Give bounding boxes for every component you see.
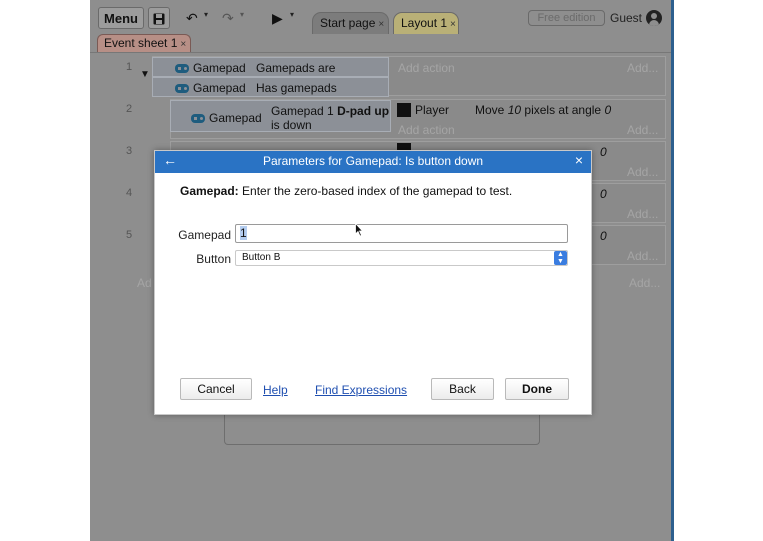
button-dropdown-value: Button B bbox=[242, 252, 281, 263]
condition-cell[interactable]: Gamepad Has gamepads bbox=[152, 77, 389, 97]
add-more-link[interactable]: Add... bbox=[627, 249, 658, 263]
add-more-link[interactable]: Add... bbox=[627, 123, 658, 137]
angle-value: 0 bbox=[600, 187, 607, 201]
collapse-toggle-icon[interactable]: ▼ bbox=[140, 69, 150, 80]
add-more-link[interactable]: Add... bbox=[627, 207, 658, 221]
close-icon[interactable]: × bbox=[378, 19, 384, 30]
event-number: 5 bbox=[125, 229, 133, 241]
add-more-link[interactable]: Add... bbox=[629, 276, 660, 290]
angle-value: 0 bbox=[600, 145, 607, 159]
tab-start-page[interactable]: Start page × bbox=[312, 12, 389, 34]
button-dropdown[interactable]: Button B ▲ ▼ bbox=[235, 250, 568, 266]
close-icon[interactable]: × bbox=[180, 39, 186, 50]
event-number: 2 bbox=[125, 103, 133, 115]
condition-cell[interactable]: Gamepad Gamepads are supported bbox=[152, 57, 389, 89]
action-text[interactable]: Move 10 pixels at angle 0 bbox=[475, 103, 611, 117]
condition-cell[interactable]: Gamepad Gamepad 1 D-pad up is down bbox=[170, 100, 391, 132]
floppy-disk-icon bbox=[153, 13, 165, 25]
done-button[interactable]: Done bbox=[505, 378, 569, 400]
condition-text: Has gamepads bbox=[256, 81, 337, 95]
mouse-cursor-icon bbox=[355, 223, 363, 237]
dialog-title: Parameters for Gamepad: Is button down bbox=[262, 154, 484, 168]
gamepad-icon bbox=[191, 114, 205, 124]
tab-label: Start page bbox=[320, 16, 376, 30]
redo-icon[interactable]: ↷ bbox=[222, 9, 234, 27]
tab-layout-1[interactable]: Layout 1 × bbox=[393, 12, 459, 34]
parameters-dialog: ← Parameters for Gamepad: Is button down… bbox=[154, 150, 592, 415]
play-icon[interactable]: ▶ bbox=[272, 9, 283, 27]
condition-object: Gamepad bbox=[175, 81, 246, 95]
selected-text: 1 bbox=[240, 226, 247, 240]
gamepad-icon bbox=[175, 84, 189, 94]
condition-object: Gamepad bbox=[175, 61, 246, 75]
undo-dropdown-icon[interactable]: ▾ bbox=[204, 10, 208, 19]
gamepad-label: Gamepad bbox=[178, 228, 231, 242]
window-edge-right bbox=[671, 0, 674, 541]
cancel-button[interactable]: Cancel bbox=[180, 378, 252, 400]
add-action-link[interactable]: Add action bbox=[398, 61, 455, 75]
condition-text: Gamepad 1 D-pad up is down bbox=[271, 104, 390, 132]
find-expressions-link[interactable]: Find Expressions bbox=[315, 383, 407, 397]
parameter-description: Gamepad: Enter the zero-based index of t… bbox=[180, 184, 513, 198]
tab-label: Event sheet 1 bbox=[104, 36, 178, 50]
add-action-link[interactable]: Add action bbox=[398, 123, 455, 137]
redo-dropdown-icon[interactable]: ▾ bbox=[240, 10, 244, 19]
button-label: Button bbox=[196, 252, 231, 266]
close-icon[interactable]: × bbox=[575, 152, 583, 168]
event-number: 1 bbox=[125, 61, 133, 73]
toolbar: Menu ↶ ▾ ↷ ▾ ▶ ▾ Start page × Layout 1 × F… bbox=[90, 0, 674, 34]
event-number: 3 bbox=[125, 145, 133, 157]
condition-object: Gamepad bbox=[191, 111, 262, 125]
free-edition-badge[interactable]: Free edition bbox=[528, 10, 605, 26]
sheet-tab-bar: Event sheet 1 × bbox=[90, 34, 674, 53]
tab-event-sheet-1[interactable]: Event sheet 1 × bbox=[97, 34, 191, 52]
gamepad-index-input[interactable]: 1 bbox=[235, 224, 568, 243]
more-events-box[interactable] bbox=[224, 411, 540, 445]
tab-label: Layout 1 bbox=[401, 16, 448, 30]
event-number: 4 bbox=[125, 187, 133, 199]
help-link[interactable]: Help bbox=[263, 383, 288, 397]
add-event-link[interactable]: Ad bbox=[137, 276, 152, 290]
angle-value: 0 bbox=[600, 229, 607, 243]
dialog-header: ← Parameters for Gamepad: Is button down… bbox=[155, 151, 591, 173]
add-more-link[interactable]: Add... bbox=[627, 61, 658, 75]
close-icon[interactable]: × bbox=[450, 19, 456, 30]
menu-button[interactable]: Menu bbox=[98, 7, 144, 29]
undo-icon[interactable]: ↶ bbox=[186, 9, 198, 27]
player-sprite-icon bbox=[397, 103, 411, 117]
gamepad-icon bbox=[175, 64, 189, 74]
back-button[interactable]: Back bbox=[431, 378, 494, 400]
action-object[interactable]: Player bbox=[415, 103, 449, 117]
play-dropdown-icon[interactable]: ▾ bbox=[290, 10, 294, 19]
user-avatar-icon[interactable] bbox=[646, 10, 662, 26]
user-name[interactable]: Guest bbox=[610, 11, 642, 25]
select-arrows-icon[interactable]: ▲ ▼ bbox=[554, 251, 567, 265]
add-more-link[interactable]: Add... bbox=[627, 165, 658, 179]
save-button[interactable] bbox=[148, 7, 170, 29]
